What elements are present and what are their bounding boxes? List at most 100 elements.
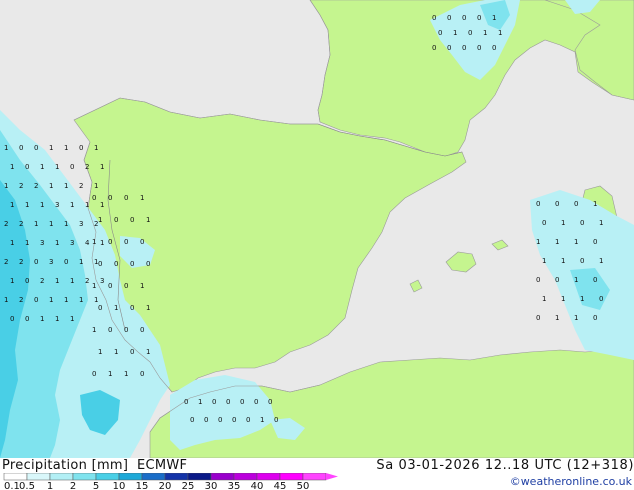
scale-label: 30 <box>205 481 218 490</box>
precip-value-label: 2 <box>40 277 44 285</box>
precip-value-label: 0 <box>240 398 244 406</box>
precip-value-label: 0 <box>108 326 112 334</box>
precip-value-label: 1 <box>536 238 540 246</box>
precip-value-label: 1 <box>10 239 14 247</box>
precip-value-label: 0 <box>212 398 216 406</box>
precip-value-label: 1 <box>55 163 59 171</box>
precip-value-label: 1 <box>114 348 118 356</box>
precip-value-label: 0 <box>432 44 436 52</box>
precip-value-label: 0 <box>140 326 144 334</box>
precip-value-label: 1 <box>85 201 89 209</box>
precip-value-label: 2 <box>85 163 89 171</box>
precip-value-label: 1 <box>55 239 59 247</box>
precip-value-label: 1 <box>94 182 98 190</box>
scale-label: 10 <box>113 481 126 490</box>
scale-swatch <box>141 473 166 481</box>
precip-value-label: 0 <box>226 398 230 406</box>
precip-value-label: 2 <box>19 220 23 228</box>
precip-value-label: 1 <box>10 163 14 171</box>
precip-value-label: 1 <box>555 314 559 322</box>
site-credit[interactable]: ©weatheronline.co.uk <box>510 475 632 488</box>
scale-swatch <box>3 473 28 481</box>
precip-value-label: 1 <box>574 314 578 322</box>
precip-value-label: 0 <box>218 416 222 424</box>
precip-value-label: 2 <box>4 220 8 228</box>
precip-value-label: 1 <box>483 29 487 37</box>
scale-label: 35 <box>228 481 241 490</box>
model-name: ECMWF <box>137 458 188 473</box>
precip-value-label: 0 <box>34 296 38 304</box>
footer-bar: Precipitation [mm] ECMWF Sa 03-01-2026 1… <box>0 458 634 490</box>
scale-label: 45 <box>274 481 287 490</box>
precip-value-label: 1 <box>146 304 150 312</box>
scale-swatch <box>279 473 304 481</box>
precipitation-map: 1001101101102112211211113111221113211313… <box>0 0 634 458</box>
precip-value-label: 1 <box>10 201 14 209</box>
precip-value-label: 0 <box>92 194 96 202</box>
precip-value-label: 1 <box>100 163 104 171</box>
precip-value-label: 1 <box>574 276 578 284</box>
precip-value-label: 1 <box>49 182 53 190</box>
precip-value-label: 1 <box>25 201 29 209</box>
precip-value-label: 3 <box>49 258 53 266</box>
precip-value-label: 0 <box>232 416 236 424</box>
precip-value-label: 0 <box>477 44 481 52</box>
precip-value-label: 0 <box>462 44 466 52</box>
precip-value-label: 0 <box>124 282 128 290</box>
precip-value-label: 1 <box>198 398 202 406</box>
scale-label: 25 <box>182 481 195 490</box>
precip-value-label: 1 <box>593 200 597 208</box>
precip-value-label: 0 <box>438 29 442 37</box>
precip-value-label: 0 <box>190 416 194 424</box>
precip-value-label: 2 <box>34 182 38 190</box>
precip-value-label: 1 <box>94 144 98 152</box>
precip-value-label: 0 <box>34 258 38 266</box>
precip-value-label: 1 <box>146 348 150 356</box>
precip-value-label: 0 <box>468 29 472 37</box>
precip-value-label: 0 <box>580 219 584 227</box>
precip-value-label: 1 <box>492 14 496 22</box>
precip-value-label: 1 <box>599 219 603 227</box>
map-svg: 1 0 0 1 1 0 11 0 1 1 0 2 11 2 2 1 1 2 11 1 1 3 1 1 12 2 1 1 1 3 21 1 3 1 3… <box>0 0 634 458</box>
precip-value-label: 0 <box>108 282 112 290</box>
precip-value-label: 1 <box>100 201 104 209</box>
precip-value-label: 1 <box>40 163 44 171</box>
precip-value-label: 1 <box>561 257 565 265</box>
precip-value-label: 0 <box>268 398 272 406</box>
scale-label: 20 <box>159 481 172 490</box>
scale-label: 0.5 <box>19 481 35 490</box>
precip-value-label: 0 <box>492 44 496 52</box>
scale-swatch <box>210 473 235 481</box>
precip-value-label: 1 <box>92 326 96 334</box>
precip-value-label: 1 <box>140 194 144 202</box>
map-title: Precipitation [mm] <box>2 458 129 473</box>
scale-swatch <box>256 473 281 481</box>
precip-value-label: 0 <box>536 200 540 208</box>
precip-value-label: 1 <box>108 370 112 378</box>
precip-value-label: 1 <box>542 257 546 265</box>
precip-value-label: 3 <box>55 201 59 209</box>
precip-value-label: 1 <box>453 29 457 37</box>
scale-label: 15 <box>136 481 149 490</box>
precip-value-label: 0 <box>108 194 112 202</box>
precip-value-label: 3 <box>79 220 83 228</box>
precip-value-label: 0 <box>555 200 559 208</box>
scale-swatch <box>302 473 327 481</box>
precip-value-label: 0 <box>447 44 451 52</box>
precip-value-label: 0 <box>477 14 481 22</box>
precip-value-label: 1 <box>260 416 264 424</box>
precip-value-label: 0 <box>462 14 466 22</box>
precip-value-label: 0 <box>19 144 23 152</box>
precip-value-label: 0 <box>599 295 603 303</box>
precip-value-label: 0 <box>114 216 118 224</box>
precip-value-label: 0 <box>593 314 597 322</box>
scale-label: 50 <box>297 481 310 490</box>
precip-value-label: 0 <box>536 276 540 284</box>
precip-value-label: 0 <box>92 370 96 378</box>
precip-value-label: 0 <box>130 260 134 268</box>
precip-value-label: 2 <box>19 296 23 304</box>
precip-value-label: 0 <box>124 238 128 246</box>
precip-value-label: 0 <box>555 276 559 284</box>
precip-value-label: 0 <box>98 304 102 312</box>
precip-value-label: 0 <box>146 260 150 268</box>
